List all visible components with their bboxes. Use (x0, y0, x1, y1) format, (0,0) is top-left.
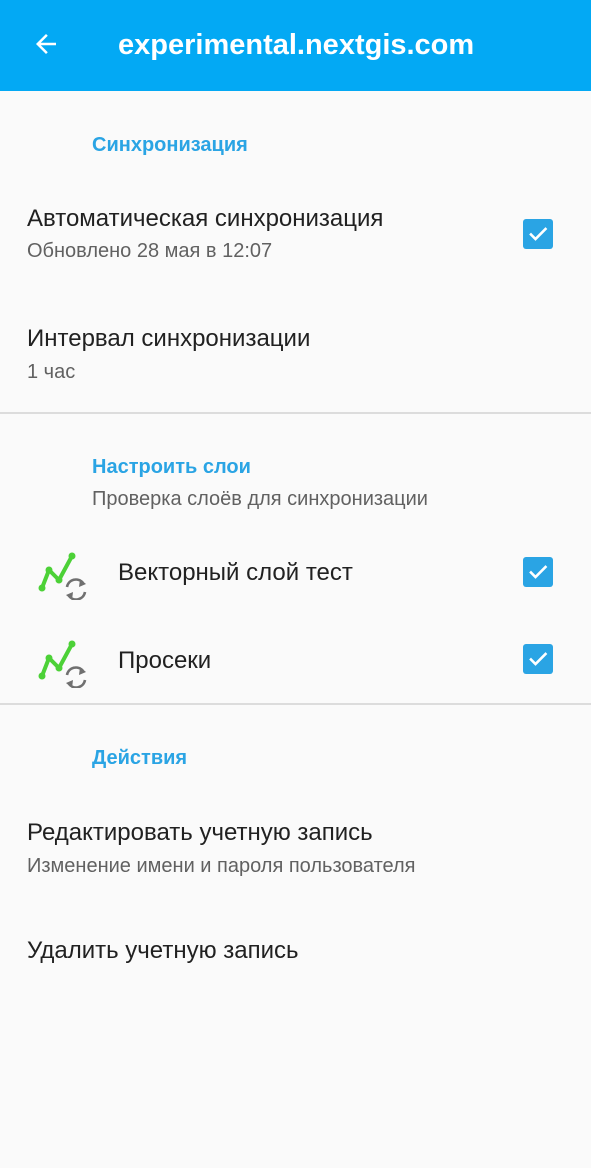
sync-interval-title: Интервал синхронизации (27, 325, 311, 352)
sync-interval-summary: 1 час (27, 361, 76, 383)
edit-account-summary: Изменение имени и пароля пользователя (27, 855, 416, 877)
check-icon (529, 652, 548, 666)
edit-account-title: Редактировать учетную запись (27, 819, 373, 846)
layer-name: Векторный слой тест (118, 559, 353, 586)
app-bar: experimental.nextgis.com (0, 0, 591, 91)
section-header-layers: Настроить слои (92, 456, 251, 478)
vector-layer-sync-icon (38, 552, 87, 600)
divider (0, 703, 591, 705)
delete-account-pref[interactable]: Удалить учетную запись (0, 915, 591, 991)
sync-interval-pref[interactable]: Интервал синхронизации 1 час (0, 310, 591, 410)
auto-sync-pref[interactable]: Автоматическая синхронизация Обновлено 2… (0, 190, 591, 290)
arrow-left-icon (36, 34, 56, 54)
layer-name: Просеки (118, 647, 212, 674)
auto-sync-checkbox[interactable] (523, 219, 553, 249)
section-header-sync: Синхронизация (92, 134, 248, 156)
auto-sync-summary: Обновлено 28 мая в 12:07 (27, 240, 273, 262)
check-icon (529, 227, 548, 241)
back-button[interactable] (22, 20, 70, 68)
check-icon (529, 565, 548, 579)
delete-account-title: Удалить учетную запись (27, 937, 299, 964)
auto-sync-title: Автоматическая синхронизация (27, 205, 384, 232)
section-subtitle-layers: Проверка слоёв для синхронизации (92, 488, 428, 510)
section-header-actions: Действия (92, 747, 188, 769)
divider (0, 412, 591, 414)
edit-account-pref[interactable]: Редактировать учетную запись Изменение и… (0, 805, 591, 905)
vector-layer-sync-icon (38, 640, 87, 688)
layer-item[interactable]: Просеки (0, 616, 591, 702)
layer-checkbox[interactable] (523, 644, 553, 674)
page-title: experimental.nextgis.com (118, 29, 475, 61)
layer-checkbox[interactable] (523, 557, 553, 587)
layer-item[interactable]: Векторный слой тест (0, 530, 591, 616)
